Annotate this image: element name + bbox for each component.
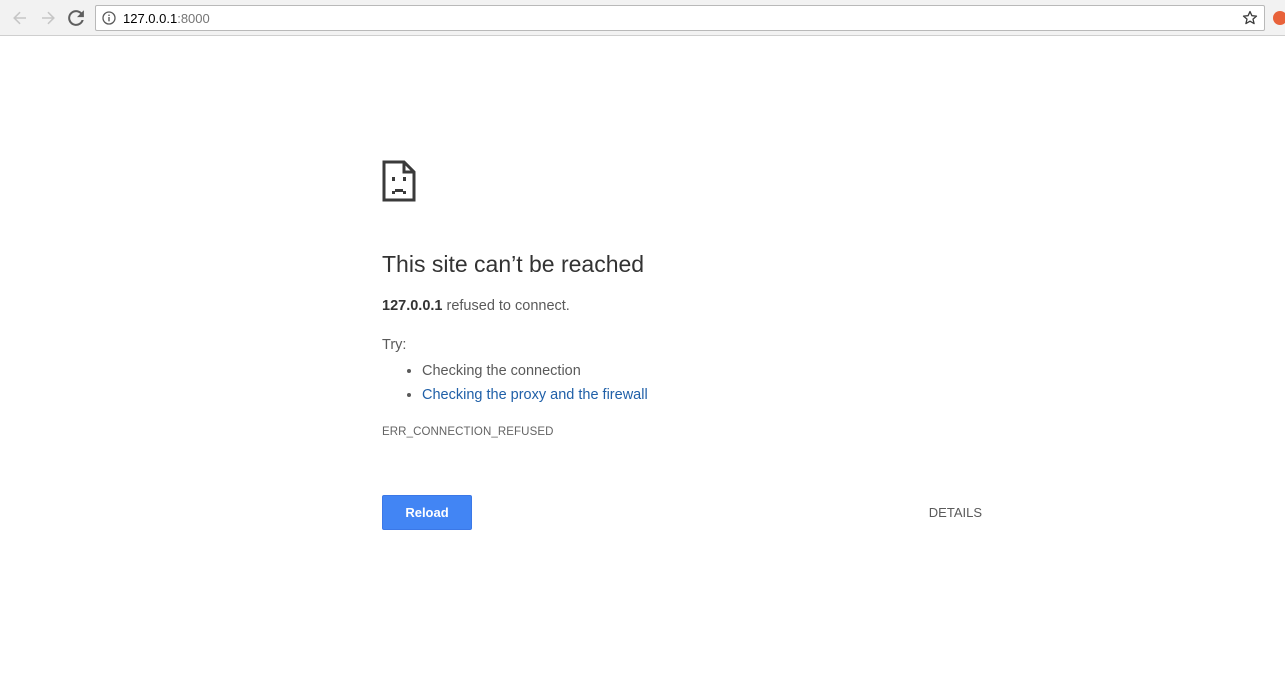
error-summary: 127.0.0.1 refused to connect. [382, 298, 570, 314]
arrow-left-icon [13, 11, 26, 25]
suggestion-item: Checking the proxy and the firewall [422, 383, 648, 407]
browser-toolbar: 127.0.0.1:8000 [0, 0, 1285, 36]
suggestion-item: Checking the connection [422, 359, 648, 383]
arrow-right-icon [42, 11, 55, 25]
extension-icon[interactable] [1273, 11, 1285, 25]
sad-document-icon [382, 160, 416, 202]
url-port: :8000 [177, 11, 210, 26]
error-summary-text: refused to connect. [442, 298, 570, 314]
suggestion-check-connection: Checking the connection [422, 363, 581, 379]
error-host: 127.0.0.1 [382, 298, 443, 314]
reload-button[interactable]: Reload [382, 495, 472, 530]
try-label: Try: [382, 337, 407, 353]
url-host: 127.0.0.1 [123, 11, 178, 26]
details-button[interactable]: DETAILS [922, 495, 982, 530]
suggestions-list: Checking the connection Checking the pro… [382, 359, 648, 407]
address-bar[interactable]: 127.0.0.1:8000 [95, 5, 1265, 31]
url-text[interactable]: 127.0.0.1:8000 [123, 11, 210, 26]
forward-button[interactable] [37, 7, 59, 29]
star-icon[interactable] [1242, 10, 1258, 26]
info-icon[interactable] [102, 11, 116, 25]
back-button[interactable] [9, 7, 31, 29]
suggestion-proxy-firewall-link[interactable]: Checking the proxy and the firewall [422, 387, 648, 403]
page-title: This site can’t be reached [382, 251, 645, 277]
reload-nav-button[interactable] [65, 7, 87, 29]
reload-icon [68, 10, 84, 26]
error-code: ERR_CONNECTION_REFUSED [382, 426, 554, 438]
